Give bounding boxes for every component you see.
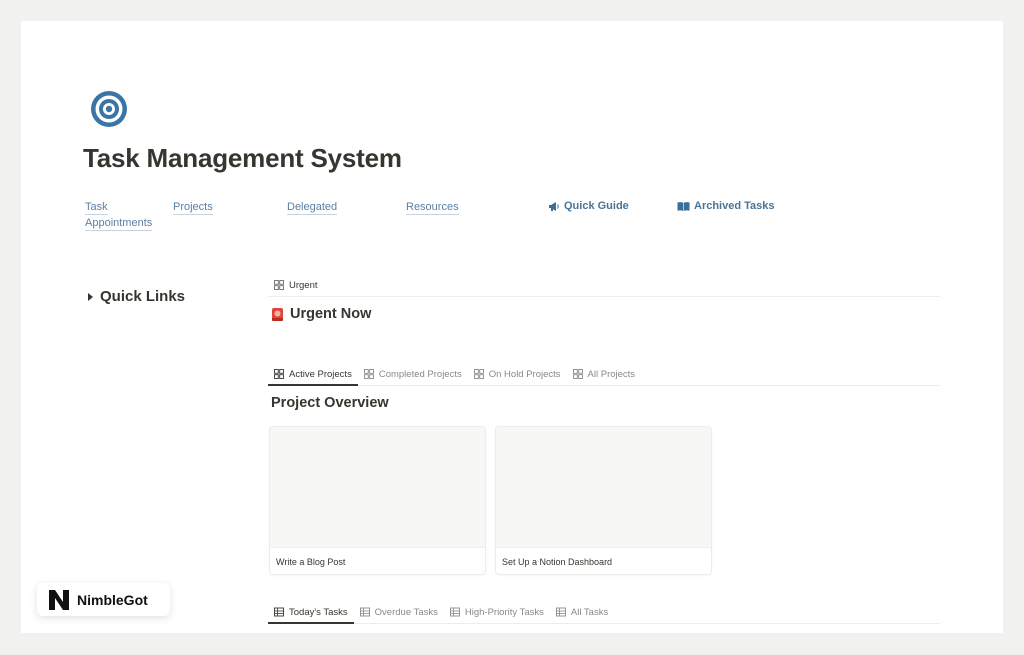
tab-label: Active Projects (289, 368, 352, 380)
urgent-view-tabs: Urgent (268, 274, 940, 297)
task-view-tabs: Today's Tasks Overdue Tasks High-Priorit… (268, 601, 940, 624)
gallery-icon (274, 280, 284, 290)
table-icon (449, 607, 460, 617)
tab-urgent-label: Urgent (289, 279, 318, 291)
link-archived-tasks-label: Archived Tasks (694, 200, 775, 212)
tab-overdue-tasks[interactable]: Overdue Tasks (354, 601, 444, 623)
link-archived-tasks[interactable]: Archived Tasks (677, 200, 775, 213)
tab-urgent[interactable]: Urgent (268, 274, 324, 296)
urgent-heading: Urgent Now (271, 306, 371, 322)
gallery-icon (473, 369, 484, 379)
quick-links-label: Quick Links (100, 288, 186, 305)
link-delegated[interactable]: Delegated (287, 201, 338, 215)
link-task[interactable]: Task (85, 201, 108, 215)
link-projects[interactable]: Projects (173, 201, 213, 215)
watermark-brand: NimbleGot (77, 591, 148, 608)
tab-label: High-Priority Tasks (464, 606, 544, 618)
tab-label: Overdue Tasks (374, 606, 438, 618)
toggle-triangle-icon (88, 292, 93, 301)
gallery-icon (274, 369, 284, 379)
project-card[interactable]: Write a Blog Post (269, 426, 486, 575)
table-icon (359, 607, 370, 617)
link-quick-guide[interactable]: Quick Guide (548, 200, 629, 213)
project-view-tabs: Active Projects Completed Projects On Ho… (268, 363, 940, 386)
card-cover (496, 427, 711, 548)
tab-all-projects[interactable]: All Projects (567, 363, 642, 385)
table-icon (555, 607, 566, 617)
tab-label: All Projects (587, 368, 636, 380)
nimblegot-watermark: NimbleGot (37, 583, 170, 616)
tab-all-tasks[interactable]: All Tasks (550, 601, 614, 623)
tab-todays-tasks[interactable]: Today's Tasks (268, 601, 354, 624)
urgent-heading-text: Urgent Now (290, 306, 372, 322)
page-title: Task Management System (83, 143, 402, 173)
table-icon (274, 607, 284, 617)
tab-label: Today's Tasks (289, 606, 348, 618)
card-cover (270, 427, 485, 548)
quick-links-toggle[interactable]: Quick Links (88, 288, 185, 305)
tab-on-hold-projects[interactable]: On Hold Projects (468, 363, 567, 385)
tab-label: All Tasks (570, 606, 609, 618)
tab-high-priority-tasks[interactable]: High-Priority Tasks (444, 601, 550, 623)
card-title: Write a Blog Post (276, 557, 346, 567)
tab-label: Completed Projects (378, 368, 462, 380)
link-appointments[interactable]: Appointments (85, 217, 153, 231)
card-title: Set Up a Notion Dashboard (502, 557, 613, 567)
tab-completed-projects[interactable]: Completed Projects (358, 363, 468, 385)
gallery-icon (572, 369, 583, 379)
project-overview-heading: Project Overview (271, 395, 389, 411)
siren-icon (272, 307, 283, 321)
nimblegot-logo-icon (49, 589, 69, 610)
tab-label: On Hold Projects (488, 368, 561, 380)
megaphone-icon (549, 202, 559, 211)
target-icon (91, 91, 127, 127)
gallery-icon (363, 369, 374, 379)
project-overview-heading-text: Project Overview (271, 395, 389, 411)
open-book-icon (677, 202, 690, 211)
link-resources[interactable]: Resources (406, 201, 459, 215)
link-quick-guide-label: Quick Guide (564, 200, 629, 212)
tab-active-projects[interactable]: Active Projects (268, 363, 358, 386)
project-card[interactable]: Set Up a Notion Dashboard (495, 426, 712, 575)
page: Task Management System Task Appointments… (21, 21, 1003, 633)
